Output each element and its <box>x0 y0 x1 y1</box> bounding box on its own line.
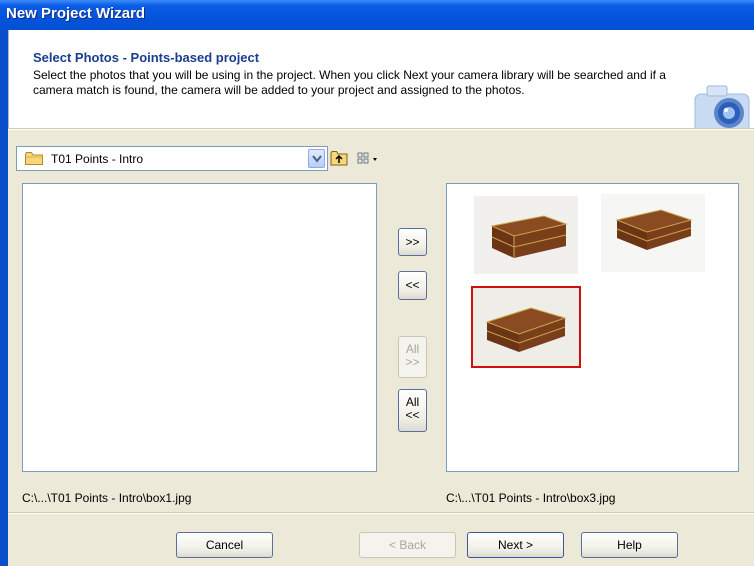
cancel-button[interactable]: Cancel <box>176 532 273 558</box>
add-button[interactable]: >> <box>398 228 427 256</box>
selected-photos-list[interactable] <box>446 183 739 472</box>
wizard-window: New Project Wizard Select Photos - Point… <box>0 0 754 566</box>
add-all-button[interactable]: All >> <box>398 336 427 378</box>
window-title: New Project Wizard <box>6 5 146 22</box>
folder-icon <box>25 152 43 165</box>
folder-dropdown-value: T01 Points - Intro <box>51 152 144 166</box>
chevron-down-icon <box>312 155 322 163</box>
next-button[interactable]: Next > <box>467 532 564 558</box>
help-button[interactable]: Help <box>581 532 678 558</box>
page-title: Select Photos - Points-based project <box>33 50 260 65</box>
folder-dropdown-toggle[interactable] <box>308 149 325 168</box>
box-photo-icon <box>474 196 578 274</box>
remove-button[interactable]: << <box>398 271 427 300</box>
folder-dropdown[interactable]: T01 Points - Intro <box>16 146 328 171</box>
photo-thumbnail[interactable] <box>601 194 705 272</box>
box-photo-icon <box>601 194 705 272</box>
add-all-label-line2: >> <box>405 355 420 369</box>
window-frame-left <box>0 30 8 566</box>
view-menu-icon[interactable] <box>356 150 382 168</box>
back-button[interactable]: < Back <box>359 532 456 558</box>
up-folder-icon[interactable] <box>330 149 348 167</box>
available-photos-list[interactable] <box>22 183 377 472</box>
wizard-header: Select Photos - Points-based project Sel… <box>8 30 754 133</box>
left-file-path: C:\...\T01 Points - Intro\box1.jpg <box>22 491 192 505</box>
remove-all-button[interactable]: All << <box>398 389 427 432</box>
page-description: Select the photos that you will be using… <box>33 68 666 97</box>
photo-thumbnail[interactable] <box>474 196 578 274</box>
remove-all-label-line2: << <box>405 408 420 422</box>
photo-thumbnail-selected[interactable] <box>471 286 581 368</box>
box-photo-icon <box>473 288 579 366</box>
right-file-path: C:\...\T01 Points - Intro\box3.jpg <box>446 491 616 505</box>
title-bar[interactable]: New Project Wizard <box>0 0 754 30</box>
camera-icon <box>694 85 750 133</box>
